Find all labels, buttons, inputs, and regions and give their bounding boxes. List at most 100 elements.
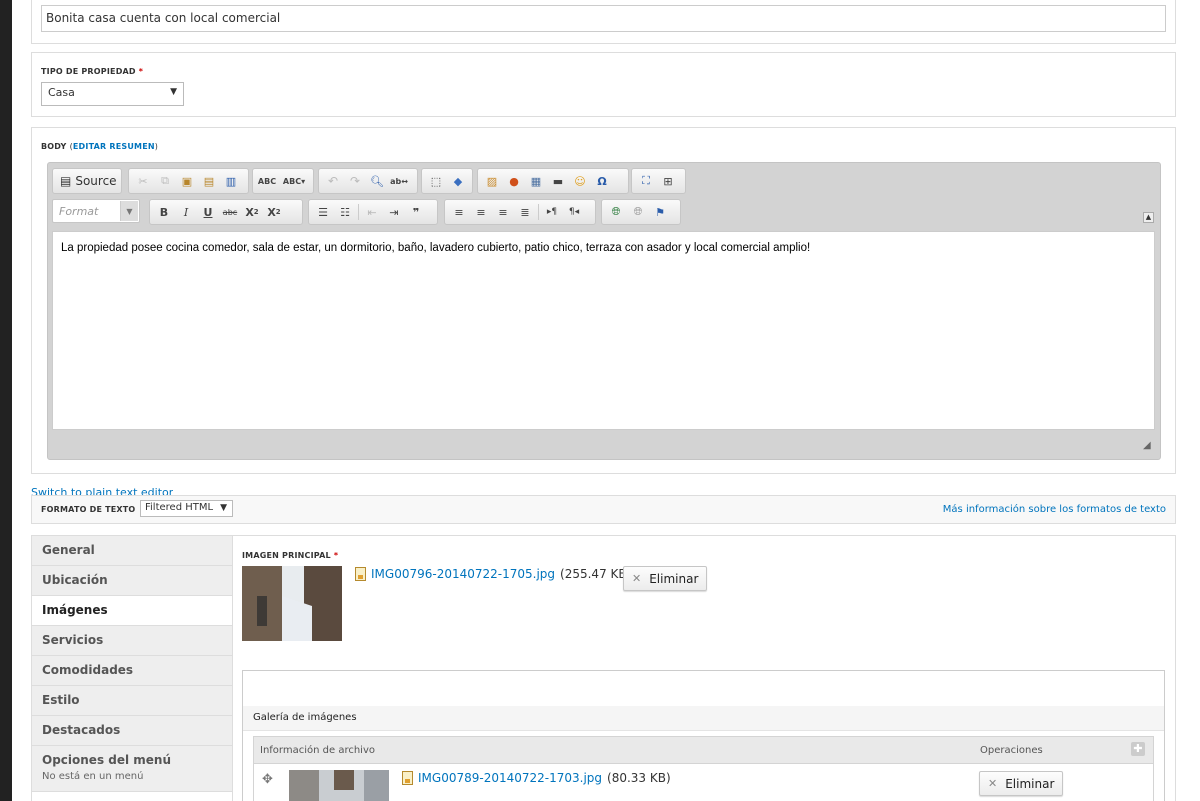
gallery-file-size: (80.33 KB) [607,771,671,785]
bulleted-list-icon[interactable]: ☷ [334,202,356,222]
anchor-flag-icon[interactable]: ⚑ [649,202,671,222]
replace-icon[interactable]: ab↔ [388,171,410,191]
cut-icon[interactable]: ✂ [132,171,154,191]
align-right-icon[interactable]: ≡ [492,202,514,222]
strikethrough-icon[interactable]: abc [219,202,241,222]
superscript-icon[interactable]: X2 [263,202,285,222]
tab-servicios[interactable]: Servicios [32,626,232,656]
redo-icon[interactable]: ↷ [344,171,366,191]
paste-word-icon[interactable]: ▥ [220,171,242,191]
gallery-file: IMG00789-20140722-1703.jpg (80.33 KB) [402,771,671,785]
subscript-icon[interactable]: X2 [241,202,263,222]
dropdown-arrow-icon: ▼ [170,87,177,97]
edit-summary-link[interactable]: EDITAR RESUMEN [73,142,155,151]
image-file-icon [402,771,413,785]
required-mark: * [333,551,339,560]
gallery-thumbnail-photo [289,770,389,801]
image-file-icon [355,567,366,581]
bold-icon[interactable]: B [153,202,175,222]
tab-ubicacion[interactable]: Ubicación [32,566,232,596]
spellcheck-icon[interactable]: ABC [256,171,278,191]
title-input[interactable]: Bonita casa cuenta con local comercial [41,5,1166,32]
remove-gallery-image-button[interactable]: ✕ Eliminar [979,771,1064,796]
toolbar-clipboard-group: ✂ ⧉ ▣ ▤ ▥ [128,168,249,194]
select-all-icon[interactable]: ⬚ [425,171,447,191]
smiley-icon[interactable]: ☺ [569,171,591,191]
left-edge-bar [0,0,12,801]
editor-content[interactable]: La propiedad posee cocina comedor, sala … [52,231,1155,430]
main-image-file: IMG00796-20140722-1705.jpg (255.47 KB) [355,567,631,581]
main-image-size: (255.47 KB) [560,567,632,581]
toolbar-link-group: 🌐︎ 🌐︎ ⚑ [601,199,681,225]
property-type-value: Casa [48,86,75,99]
ltr-icon[interactable]: ▸¶ [541,202,563,222]
text-format-label: FORMATO DE TEXTO [41,505,136,514]
tab-opciones-menu[interactable]: Opciones del menú No está en un menú [32,746,232,792]
gallery-filename-link[interactable]: IMG00789-20140722-1703.jpg [418,771,602,785]
tab-destacados[interactable]: Destacados [32,716,232,746]
blockquote-icon[interactable]: ❞ [405,202,427,222]
undo-icon[interactable]: ↶ [322,171,344,191]
format-select[interactable]: Format ▼ [52,199,140,223]
more-info-formats-link[interactable]: Más información sobre los formatos de te… [943,504,1166,515]
dropdown-arrow-icon: ▼ [220,503,227,513]
link-icon[interactable]: 🌐︎ [605,202,627,222]
tab-estilo[interactable]: Estilo [32,686,232,716]
show-row-weights-icon[interactable]: ✚ [1131,742,1145,756]
remove-main-image-button[interactable]: ✕ Eliminar [623,566,708,591]
tab-general[interactable]: General [32,536,232,566]
column-operations: Operaciones [980,745,1043,756]
column-file-info: Información de archivo [260,745,375,756]
align-left-icon[interactable]: ≡ [448,202,470,222]
outdent-icon[interactable]: ⇤ [361,202,383,222]
tabs-divider [232,536,233,801]
horizontal-line-icon[interactable]: ▬ [547,171,569,191]
underline-icon[interactable]: U [197,202,219,222]
drag-handle-icon[interactable]: ✥ [262,772,273,787]
rtl-icon[interactable]: ¶◂ [563,202,585,222]
remove-label: Eliminar [649,571,699,586]
required-mark: * [138,67,144,76]
property-type-select[interactable]: Casa ▼ [41,82,184,106]
format-dropdown-icon: ▼ [120,201,138,221]
indent-icon[interactable]: ⇥ [383,202,405,222]
unlink-icon[interactable]: 🌐︎ [627,202,649,222]
collapse-toolbar-icon[interactable]: ▲ [1143,212,1154,223]
tab-opciones-menu-summary: No está en un menú [42,771,144,782]
find-icon[interactable]: 🔍︎ [366,171,388,191]
paste-icon[interactable]: ▣ [176,171,198,191]
property-type-label: TIPO DE PROPIEDAD * [41,67,143,76]
source-label: Source [75,174,117,188]
remove-x-icon: ✕ [988,777,998,790]
main-image-label-text: IMAGEN PRINCIPAL [242,551,331,560]
remove-format-icon[interactable]: ◆ [447,171,469,191]
tab-comodidades[interactable]: Comodidades [32,656,232,686]
tab-opciones-menu-label: Opciones del menú [42,753,172,767]
switch-editor-link[interactable]: Switch to plain text editor [31,486,173,495]
show-blocks-icon[interactable]: ⊞ [657,171,679,191]
toolbar-insert-group: ▨ ● ▦ ▬ ☺ Ω [477,168,629,194]
numbered-list-icon[interactable]: ☰ [312,202,334,222]
toolbar-view-group: ⛶ ⊞ [631,168,686,194]
special-char-icon[interactable]: Ω [591,171,613,191]
spellcheck-as-you-type-icon[interactable]: ABC▾ [278,171,310,191]
property-type-panel: TIPO DE PROPIEDAD * [31,52,1176,117]
italic-icon[interactable]: I [175,202,197,222]
copy-icon[interactable]: ⧉ [154,171,176,191]
maximize-icon[interactable]: ⛶ [635,171,657,191]
paste-text-icon[interactable]: ▤ [198,171,220,191]
toolbar-basic-styles-group: B I U abc X2 X2 [149,199,303,225]
table-icon[interactable]: ▦ [525,171,547,191]
text-format-select[interactable]: Filtered HTML ▼ [140,500,233,517]
align-center-icon[interactable]: ≡ [470,202,492,222]
toolbar-separator [538,204,539,220]
toolbar-source-group: ▤ Source [52,168,122,194]
align-justify-icon[interactable]: ≣ [514,202,536,222]
remove-x-icon: ✕ [632,572,642,585]
image-icon[interactable]: ▨ [481,171,503,191]
main-image-filename-link[interactable]: IMG00796-20140722-1705.jpg [371,567,555,581]
source-button[interactable]: ▤ Source [56,174,121,188]
gallery-table-header: Información de archivo Operaciones ✚ [253,736,1154,764]
tab-imagenes[interactable]: Imágenes [32,596,232,626]
flash-icon[interactable]: ● [503,171,525,191]
